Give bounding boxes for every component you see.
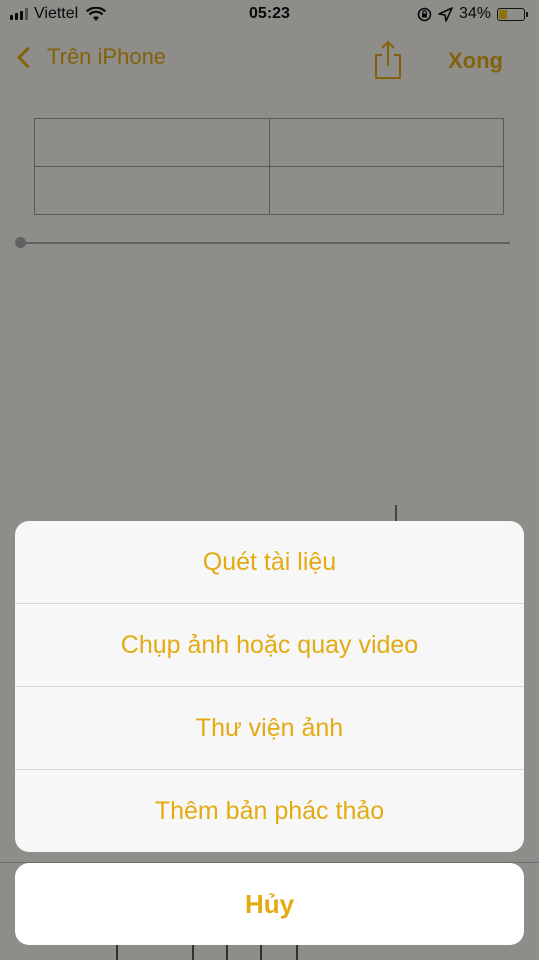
photo-library-option[interactable]: Thư viện ảnh <box>15 687 524 770</box>
action-sheet: Quét tài liệu Chụp ảnh hoặc quay video T… <box>15 521 524 852</box>
add-sketch-option[interactable]: Thêm bản phác thảo <box>15 770 524 852</box>
cancel-button[interactable]: Hủy <box>15 863 524 945</box>
take-photo-video-option[interactable]: Chụp ảnh hoặc quay video <box>15 604 524 687</box>
scan-documents-option[interactable]: Quét tài liệu <box>15 521 524 604</box>
